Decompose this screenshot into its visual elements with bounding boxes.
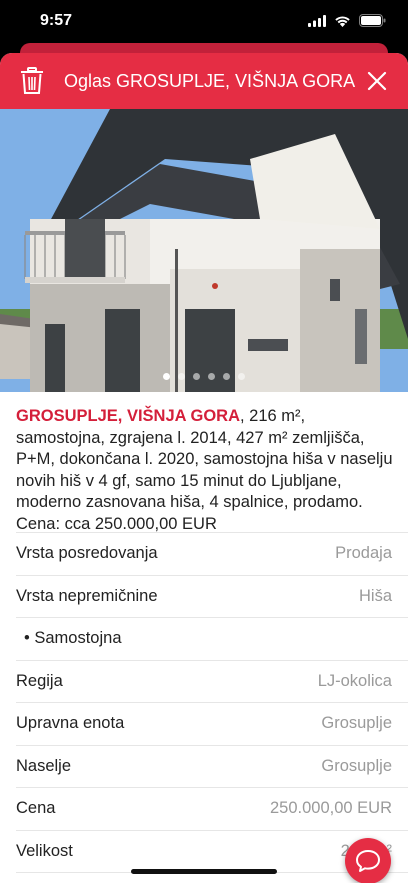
details-table: Vrsta posredovanja Prodaja Vrsta nepremičn… bbox=[16, 532, 408, 883]
detail-value: Hiša bbox=[358, 586, 392, 605]
detail-label: Vrsta nepremičnine bbox=[16, 586, 158, 605]
chat-button[interactable] bbox=[345, 838, 391, 883]
chat-bubble-icon bbox=[356, 850, 380, 872]
detail-label: • Samostojna bbox=[24, 629, 122, 648]
page-title: Oglas GROSUPLJE, VIŠNJA GORA bbox=[64, 71, 356, 91]
gallery-dot[interactable] bbox=[163, 373, 170, 380]
wifi-icon bbox=[335, 15, 350, 27]
signal-icon bbox=[308, 14, 326, 27]
detail-value: Grosuplje bbox=[321, 714, 392, 733]
detail-row: Naselje Grosuplje bbox=[16, 744, 408, 788]
detail-row: Cena 250.000,00 EUR bbox=[16, 787, 408, 830]
trash-icon[interactable] bbox=[20, 67, 44, 95]
listing-text: , 216 m², samostojna, zgrajena l. 2014, … bbox=[16, 407, 393, 533]
gallery-dot[interactable] bbox=[238, 373, 245, 380]
detail-value: LJ-okolica bbox=[317, 671, 392, 690]
close-icon[interactable] bbox=[366, 70, 388, 92]
detail-value: 250.000,00 EUR bbox=[269, 799, 392, 818]
detail-label: Vrsta posredovanja bbox=[16, 544, 158, 563]
status-icons bbox=[308, 14, 386, 27]
status-time: 9:57 bbox=[40, 12, 73, 29]
header-bar: Oglas GROSUPLJE, VIŠNJA GORA bbox=[0, 53, 408, 109]
listing-description: GROSUPLJE, VIŠNJA GORA, 216 m², samostoj… bbox=[16, 406, 396, 535]
house-photo bbox=[0, 109, 408, 392]
listing-location: GROSUPLJE, VIŠNJA GORA bbox=[16, 407, 241, 425]
detail-value: Prodaja bbox=[335, 544, 392, 563]
detail-label: Naselje bbox=[16, 756, 72, 775]
detail-label: Regija bbox=[16, 671, 63, 690]
detail-label: Velikost bbox=[16, 841, 73, 860]
home-indicator bbox=[131, 869, 277, 874]
listing-photo[interactable] bbox=[0, 109, 408, 392]
detail-value: Grosuplje bbox=[321, 756, 392, 775]
detail-row: Upravna enota Grosuplje bbox=[16, 702, 408, 745]
detail-row: Regija LJ-okolica bbox=[16, 659, 408, 703]
gallery-dot[interactable] bbox=[208, 373, 215, 380]
gallery-dot[interactable] bbox=[193, 373, 200, 380]
gallery-pagination[interactable] bbox=[0, 373, 408, 380]
detail-label: Cena bbox=[16, 799, 56, 818]
detail-row: • Samostojna bbox=[16, 617, 408, 660]
detail-label: Upravna enota bbox=[16, 714, 125, 733]
battery-icon bbox=[359, 14, 386, 27]
status-bar: 9:57 bbox=[0, 0, 408, 46]
detail-row: Vrsta posredovanja Prodaja bbox=[16, 532, 408, 575]
listing-sheet: Oglas GROSUPLJE, VIŠNJA GORA GROSUPLJE, … bbox=[0, 53, 408, 883]
gallery-dot[interactable] bbox=[178, 373, 185, 380]
gallery-dot[interactable] bbox=[223, 373, 230, 380]
detail-row: Vrsta nepremičnine Hiša bbox=[16, 574, 408, 618]
